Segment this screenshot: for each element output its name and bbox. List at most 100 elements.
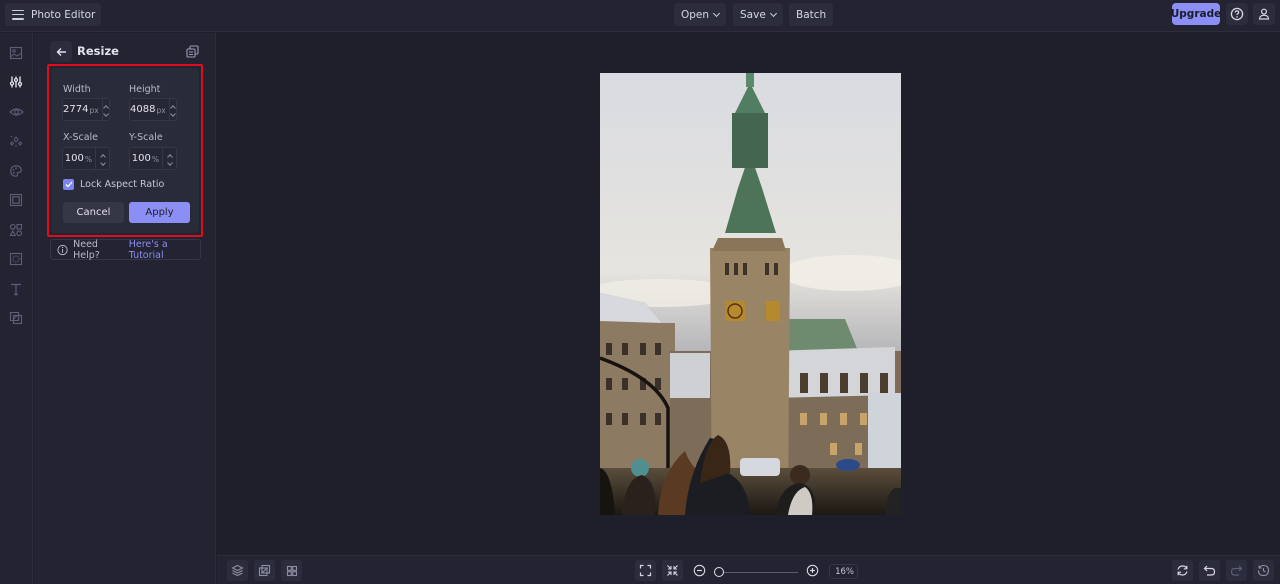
zoom-out-icon <box>693 564 706 577</box>
zoom-in-icon <box>806 564 819 577</box>
back-button[interactable] <box>50 41 72 62</box>
top-bar: Photo Editor Open Save Batch Upgrade <box>0 0 1280 32</box>
info-icon <box>57 244 68 255</box>
image-icon <box>9 46 23 60</box>
palette-icon <box>10 165 22 177</box>
compare-button[interactable] <box>254 560 275 581</box>
actual-size-button[interactable] <box>662 560 683 581</box>
rail-item-artsy[interactable] <box>7 162 25 180</box>
chevron-down-icon[interactable] <box>169 110 176 117</box>
overlay-icon <box>9 311 23 325</box>
width-input[interactable]: 2774 px <box>62 98 110 121</box>
apply-button[interactable]: Apply <box>129 202 190 223</box>
batch-label: Batch <box>796 8 827 21</box>
rail-item-effects[interactable] <box>7 103 25 121</box>
frame-icon <box>9 193 23 207</box>
resize-panel: Resize Width 2774 px Height 4088 px X-Scal… <box>34 33 216 584</box>
rail-item-touch-up[interactable] <box>7 132 25 150</box>
open-label: Open <box>681 8 710 21</box>
sliders-icon <box>9 76 23 88</box>
width-unit: px <box>89 106 99 115</box>
rail-item-graphics[interactable] <box>7 221 25 239</box>
xscale-input[interactable]: 100% <box>62 147 110 170</box>
tutorial-link[interactable]: Here's a Tutorial <box>129 239 200 261</box>
help-text: Need Help? <box>73 238 100 261</box>
panel-header: Resize <box>50 41 200 63</box>
zoom-slider-handle[interactable] <box>714 567 724 577</box>
history-button[interactable] <box>1253 560 1274 581</box>
chevron-down-icon[interactable] <box>99 159 106 166</box>
batch-button[interactable]: Batch <box>789 3 834 26</box>
save-button[interactable]: Save <box>733 3 783 26</box>
xscale-value: 100 <box>64 153 84 164</box>
app-menu-button[interactable]: Photo Editor <box>5 3 102 26</box>
undo-icon <box>1203 565 1216 576</box>
height-input[interactable]: 4088 px <box>129 98 177 121</box>
collapse-icon <box>667 565 678 576</box>
zoom-out-button[interactable] <box>689 560 710 581</box>
rail-item-frames[interactable] <box>7 191 25 209</box>
shapes-icon <box>9 223 23 237</box>
photo-image[interactable] <box>600 73 901 515</box>
layers-button[interactable] <box>227 560 248 581</box>
height-label: Height <box>129 84 161 95</box>
rail-item-image[interactable] <box>7 44 25 62</box>
tool-rail <box>0 33 33 584</box>
sparkle-icon <box>9 135 23 147</box>
rail-item-text[interactable] <box>7 280 25 298</box>
help-button[interactable] <box>1226 3 1248 25</box>
redo-icon <box>1230 565 1243 576</box>
text-icon <box>11 283 21 296</box>
layers-copy-icon <box>185 44 199 58</box>
chevron-up-icon[interactable] <box>102 104 109 111</box>
editor-canvas <box>217 33 1280 555</box>
texture-icon <box>9 252 23 266</box>
reset-button[interactable] <box>1172 560 1193 581</box>
chevron-up-icon[interactable] <box>166 153 173 160</box>
account-button[interactable] <box>1253 3 1275 25</box>
rail-item-overlays[interactable] <box>7 309 25 327</box>
arrow-left-icon <box>56 47 66 56</box>
width-label: Width <box>63 84 91 95</box>
xscale-stepper[interactable] <box>95 148 109 169</box>
yscale-stepper[interactable] <box>162 148 176 169</box>
height-stepper[interactable] <box>168 99 176 120</box>
resize-options: Width 2774 px Height 4088 px X-Scale 100% … <box>51 68 199 233</box>
grid-button[interactable] <box>281 560 302 581</box>
rail-item-textures[interactable] <box>7 250 25 268</box>
chevron-up-icon[interactable] <box>99 153 106 160</box>
chevron-up-icon[interactable] <box>169 104 176 111</box>
history-icon <box>1257 564 1270 577</box>
yscale-value: 100 <box>131 153 151 164</box>
zoom-in-button[interactable] <box>802 560 823 581</box>
rail-item-edit[interactable] <box>7 73 25 91</box>
save-label: Save <box>740 8 766 21</box>
cancel-button[interactable]: Cancel <box>63 202 124 223</box>
chevron-down-icon[interactable] <box>166 159 173 166</box>
chevron-down-icon[interactable] <box>102 110 109 117</box>
lock-aspect-label: Lock Aspect Ratio <box>80 179 165 190</box>
height-unit: px <box>156 106 166 115</box>
undo-button[interactable] <box>1199 560 1220 581</box>
refresh-icon <box>1177 565 1188 576</box>
upgrade-button[interactable]: Upgrade <box>1171 3 1221 25</box>
xscale-label: X-Scale <box>63 132 99 143</box>
photo-illustration <box>600 73 901 515</box>
resize-options-highlight: Width 2774 px Height 4088 px X-Scale 100% … <box>47 64 203 237</box>
yscale-input[interactable]: 100% <box>129 147 177 170</box>
lock-aspect-checkbox[interactable] <box>63 179 74 190</box>
help-circle-icon <box>1230 7 1244 21</box>
bottom-toolbar: 16% <box>217 555 1280 584</box>
panel-title: Resize <box>77 44 119 58</box>
xscale-unit: % <box>84 155 92 164</box>
zoom-slider-track[interactable] <box>720 572 798 573</box>
zoom-level-input[interactable]: 16% <box>829 564 858 579</box>
redo-button[interactable] <box>1226 560 1247 581</box>
width-stepper[interactable] <box>101 99 109 120</box>
layers-button[interactable] <box>184 43 200 59</box>
lock-aspect-ratio[interactable]: Lock Aspect Ratio <box>63 179 164 190</box>
yscale-unit: % <box>151 155 159 164</box>
fit-to-screen-button[interactable] <box>635 560 656 581</box>
open-button[interactable]: Open <box>674 3 727 26</box>
chevron-down-icon <box>713 9 721 17</box>
